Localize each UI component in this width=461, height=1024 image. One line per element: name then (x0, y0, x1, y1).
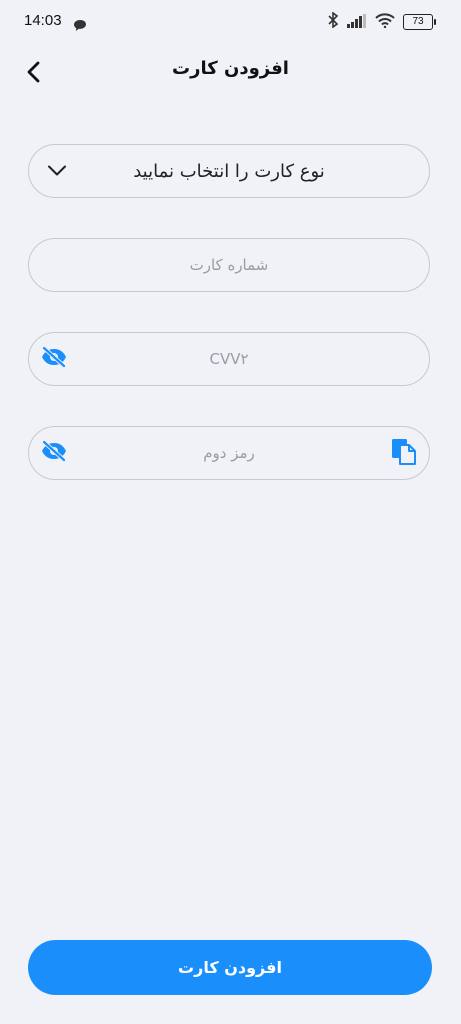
card-type-label: نوع کارت را انتخاب نمایید (133, 160, 325, 182)
system-icons: 73 (327, 11, 436, 32)
signal-icon (347, 13, 367, 32)
battery-indicator: 73 (403, 14, 436, 30)
status-time: 14:03 (24, 12, 62, 29)
page-title: افزودن کارت (172, 58, 289, 79)
card-number-input[interactable] (29, 256, 429, 274)
paste-icon[interactable] (389, 436, 419, 470)
cvv2-input[interactable] (29, 350, 429, 368)
second-password-field[interactable] (28, 426, 430, 480)
second-password-input[interactable] (29, 444, 429, 462)
app-header: افزودن کارت (0, 48, 461, 98)
chat-notification-icon (74, 16, 86, 35)
card-type-select[interactable]: نوع کارت را انتخاب نمایید (28, 144, 430, 198)
status-bar: 14:03 73 (0, 0, 461, 44)
wifi-icon (375, 12, 395, 32)
bluetooth-icon (327, 11, 339, 32)
add-card-button[interactable]: افزودن کارت (28, 940, 432, 995)
card-number-field[interactable] (28, 238, 430, 292)
cvv2-field[interactable] (28, 332, 430, 386)
